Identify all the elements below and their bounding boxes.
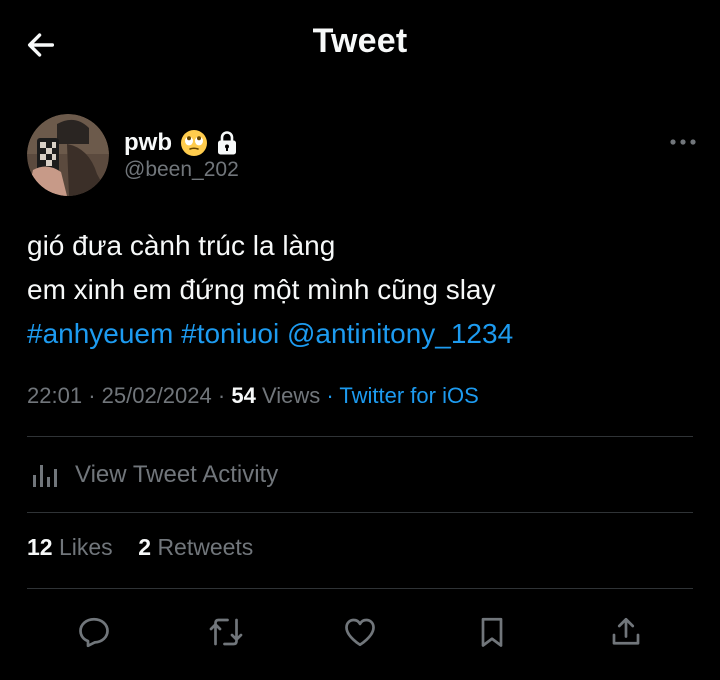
activity-label: View Tweet Activity: [75, 460, 279, 488]
avatar-image: [27, 114, 109, 196]
view-tweet-activity-button[interactable]: View Tweet Activity: [27, 437, 693, 512]
retweets-label: Retweets: [157, 534, 254, 560]
page-title: Tweet: [312, 22, 408, 60]
tweet-line-2: em xinh em đứng một mình cũng slay: [27, 274, 496, 305]
mention-link[interactable]: @antinitony_1234: [287, 318, 513, 349]
retweet-icon: [209, 618, 243, 646]
user-handle[interactable]: @been_202: [124, 158, 239, 182]
eye-roll-emoji: [180, 129, 208, 157]
heart-icon: [345, 618, 375, 647]
share-icon: [612, 617, 640, 645]
likes-label: Likes: [58, 534, 113, 560]
tweet-line-1: gió đưa cành trúc la làng: [27, 230, 336, 261]
share-button[interactable]: [606, 612, 646, 652]
retweets-count: 2: [138, 534, 152, 560]
bookmark-icon: [481, 617, 503, 647]
reply-button[interactable]: [74, 612, 114, 652]
reply-icon: [79, 617, 109, 648]
top-bar: Tweet: [0, 0, 720, 88]
likes-count: 12: [27, 534, 53, 560]
bookmark-button[interactable]: [472, 612, 512, 652]
tweet-date[interactable]: 25/02/2024: [102, 383, 212, 408]
user-name-row[interactable]: pwb: [124, 126, 238, 160]
tweet-meta: 22:01 · 25/02/2024 · 54 Views · Twitter …: [27, 383, 479, 409]
separator-dot: ·: [217, 383, 226, 408]
divider: [27, 588, 693, 589]
views-count: 54: [231, 383, 256, 408]
source-link[interactable]: · Twitter for iOS: [326, 383, 478, 408]
display-name: pwb: [124, 129, 172, 156]
views-label: Views: [261, 383, 321, 408]
lock-icon: [216, 130, 238, 156]
engagement-stats: 12 Likes 2 Retweets: [27, 534, 253, 561]
more-options-button[interactable]: [666, 132, 700, 152]
hashtag-link[interactable]: #anhyeuem: [27, 318, 173, 349]
avatar[interactable]: [27, 114, 109, 196]
tweet-text: gió đưa cành trúc la làng em xinh em đứn…: [27, 224, 697, 356]
likes-stat[interactable]: 12 Likes: [27, 534, 113, 560]
hashtag-link[interactable]: #toniuoi: [181, 318, 279, 349]
divider: [27, 512, 693, 513]
separator-dot: ·: [88, 383, 96, 408]
bar-chart-icon: [33, 464, 57, 487]
like-button[interactable]: [340, 612, 380, 652]
tweet-time[interactable]: 22:01: [27, 383, 82, 408]
tweet-line-3: #anhyeuem #toniuoi @antinitony_1234: [27, 312, 697, 356]
action-bar: [0, 606, 720, 656]
retweet-button[interactable]: [206, 612, 246, 652]
source-label: Twitter for iOS: [339, 383, 479, 408]
more-horizontal-icon: [670, 139, 696, 145]
retweets-stat[interactable]: 2 Retweets: [138, 534, 253, 560]
